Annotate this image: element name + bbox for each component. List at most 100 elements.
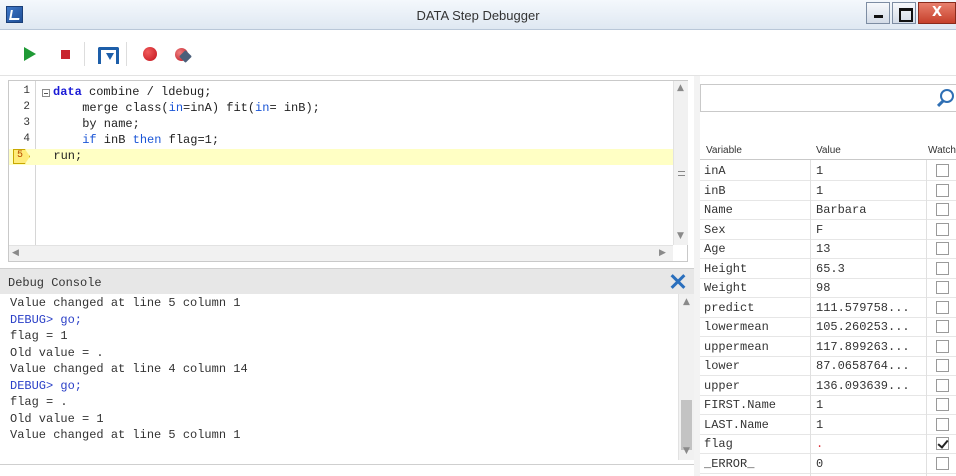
variable-value[interactable]: 87.0658764...	[816, 359, 920, 373]
variable-row[interactable]: LAST.Name 1	[700, 413, 956, 435]
variable-value[interactable]: 105.260253...	[816, 320, 920, 334]
debug-command-input[interactable]	[0, 464, 694, 476]
scroll-right-icon[interactable]: ▶	[659, 248, 666, 258]
watch-checkbox[interactable]	[936, 203, 949, 216]
clear-console-icon[interactable]	[668, 273, 688, 291]
variable-row[interactable]: lower 87.0658764...	[700, 355, 956, 376]
watch-checkbox[interactable]	[936, 417, 949, 431]
variable-row[interactable]: Name Barbara	[700, 199, 956, 220]
variable-row[interactable]: _ERROR_ 0	[700, 452, 956, 474]
variable-value[interactable]: F	[816, 223, 920, 237]
variable-value[interactable]: 1	[816, 398, 920, 412]
variable-row[interactable]: Sex F	[700, 218, 956, 240]
variable-row[interactable]: uppermean 117.899263...	[700, 335, 956, 357]
column-divider	[810, 160, 811, 181]
code-text: by name;	[39, 117, 140, 131]
variable-row[interactable]: FIRST.Name 1	[700, 394, 956, 415]
search-icon[interactable]	[934, 88, 954, 108]
step-over-icon[interactable]	[96, 44, 119, 64]
watch-checkbox[interactable]	[936, 398, 949, 411]
column-divider	[926, 472, 927, 476]
column-header-value[interactable]: Value	[816, 145, 841, 156]
variable-value[interactable]: 98	[816, 281, 920, 295]
debug-console-title: Debug Console	[8, 276, 102, 290]
variable-row[interactable]: Height 65.3	[700, 257, 956, 279]
scroll-down-icon[interactable]: ▼	[683, 446, 690, 456]
variable-value[interactable]: 136.093639...	[816, 379, 920, 393]
watch-checkbox[interactable]	[936, 378, 949, 392]
variable-name: FIRST.Name	[704, 398, 777, 412]
stop-icon[interactable]	[56, 44, 76, 64]
code-token: by name;	[39, 117, 140, 131]
code-line[interactable]: 1 data combine / ldebug;	[9, 85, 673, 101]
variable-row[interactable]: inA 1	[700, 160, 956, 181]
variable-value[interactable]: 13	[816, 242, 920, 256]
code-line[interactable]: 5 run;	[9, 149, 673, 165]
watch-checkbox[interactable]	[936, 339, 949, 353]
scroll-left-icon[interactable]: ◀	[12, 248, 19, 258]
scroll-up-icon[interactable]: ▲	[683, 297, 690, 307]
variable-value[interactable]: 117.899263...	[816, 340, 920, 354]
watch-checkbox[interactable]	[936, 164, 949, 177]
window-title: DATA Step Debugger	[416, 8, 540, 23]
collapse-icon[interactable]	[42, 89, 50, 97]
console-scroll-thumb[interactable]	[681, 400, 692, 450]
variable-value[interactable]: 65.3	[816, 262, 920, 276]
code-token: merge class(	[39, 101, 169, 115]
watch-checkbox[interactable]	[936, 359, 949, 372]
variable-value[interactable]: Barbara	[816, 203, 920, 217]
clear-breakpoints-icon[interactable]	[172, 44, 192, 64]
watch-checkbox[interactable]	[936, 242, 949, 255]
watch-checkbox[interactable]	[936, 300, 949, 314]
watch-checkbox[interactable]	[936, 456, 949, 470]
code-token: =inA) fit(	[183, 101, 256, 115]
variable-row[interactable]: upper 136.093639...	[700, 374, 956, 396]
variable-row[interactable]: flag.	[700, 433, 956, 454]
variable-row[interactable]: lowermean 105.260253...	[700, 316, 956, 337]
code-editor[interactable]: 1 data combine / ldebug; 2 merge class(in=…	[8, 80, 688, 262]
editor-vertical-scrollbar[interactable]: ▲ ▼	[673, 81, 688, 245]
variable-value[interactable]: 1	[816, 164, 920, 178]
column-divider	[926, 218, 927, 240]
watch-checkbox[interactable]	[936, 183, 949, 197]
variable-value[interactable]: 111.579758...	[816, 301, 920, 315]
watch-checkbox[interactable]	[936, 437, 949, 450]
column-divider	[926, 277, 927, 298]
code-line[interactable]: 2 merge class(in=inA) fit(in= inB);	[9, 101, 673, 117]
watch-checkbox[interactable]	[936, 222, 949, 236]
variable-row[interactable]: Weight 98	[700, 277, 956, 298]
variable-row[interactable]: predict 111.579758...	[700, 296, 956, 318]
watch-checkbox[interactable]	[936, 320, 949, 333]
debug-console[interactable]: Value changed at line 5 column 1 DEBUG> g…	[0, 294, 694, 464]
console-vertical-scrollbar[interactable]: ▲ ▼	[678, 294, 694, 460]
variable-value[interactable]: 1	[816, 184, 920, 198]
variable-row[interactable]: inB 1	[700, 179, 956, 201]
code-line[interactable]: 3 by name;	[9, 117, 673, 133]
close-button[interactable]	[918, 2, 956, 24]
variable-name: Weight	[704, 281, 748, 295]
column-divider	[926, 257, 927, 279]
column-divider	[810, 199, 811, 220]
scroll-down-icon[interactable]: ▼	[677, 231, 684, 241]
variable-value[interactable]: .	[816, 437, 920, 451]
variable-row[interactable]: _N_4	[700, 472, 956, 476]
breakpoint-icon[interactable]	[140, 44, 160, 64]
variable-search-input[interactable]	[700, 84, 956, 112]
maximize-button[interactable]	[892, 2, 916, 24]
scroll-up-icon[interactable]: ▲	[677, 83, 684, 93]
variable-row[interactable]: Age 13	[700, 238, 956, 259]
variable-value[interactable]: 1	[816, 418, 920, 432]
column-divider	[926, 160, 927, 181]
minimize-button[interactable]	[866, 2, 890, 24]
column-header-watch[interactable]: Watch	[928, 145, 956, 156]
column-divider	[926, 452, 927, 474]
code-line[interactable]: 4 if inB then flag=1;	[9, 133, 673, 149]
editor-horizontal-scrollbar[interactable]: ◀ ▶	[9, 245, 673, 261]
run-icon[interactable]	[20, 44, 40, 64]
watch-checkbox[interactable]	[936, 281, 949, 294]
variable-name: lowermean	[704, 320, 769, 334]
watch-checkbox[interactable]	[936, 261, 949, 275]
variables-table-header: Variable Value Watch	[700, 140, 956, 160]
variable-value[interactable]: 0	[816, 457, 920, 471]
column-header-variable[interactable]: Variable	[706, 145, 742, 156]
